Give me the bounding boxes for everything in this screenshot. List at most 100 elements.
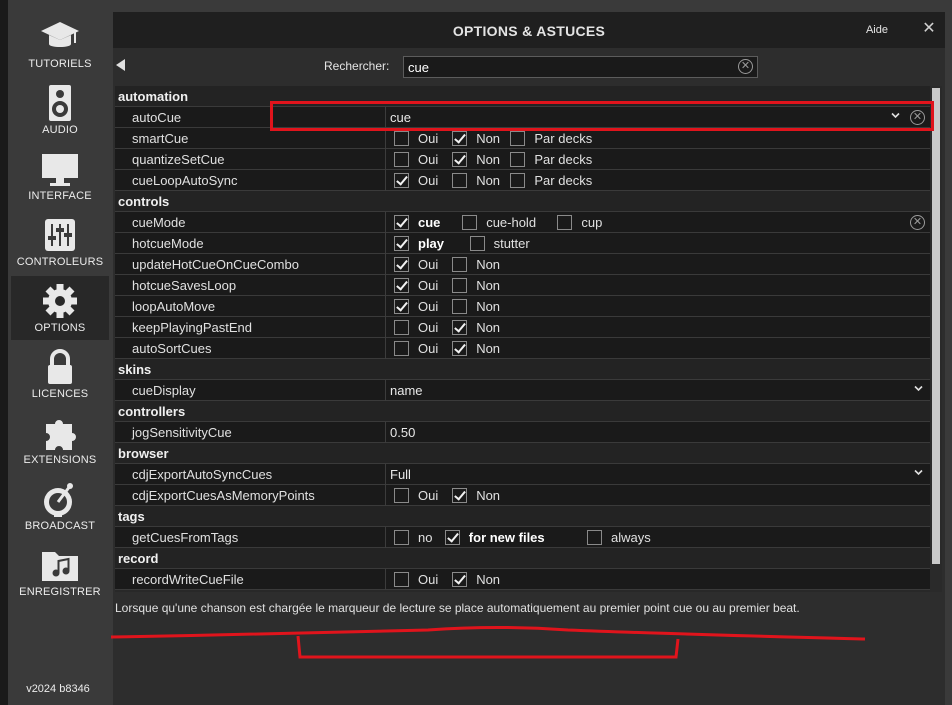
option-checkbox[interactable] — [452, 299, 468, 314]
option-label[interactable]: Non — [476, 320, 500, 335]
clear-search-icon[interactable]: ✕ — [738, 59, 753, 74]
setting-value[interactable]: Oui Non — [385, 317, 930, 338]
option-label[interactable]: Non — [476, 341, 500, 356]
option-checkbox[interactable] — [510, 131, 526, 146]
setting-row[interactable]: keepPlayingPastEnd Oui Non — [115, 317, 930, 338]
setting-row[interactable]: loopAutoMove Oui Non — [115, 296, 930, 317]
option-checkbox[interactable] — [452, 320, 468, 335]
setting-row[interactable]: updateHotCueOnCueCombo Oui Non — [115, 254, 930, 275]
option-label[interactable]: Oui — [418, 572, 438, 587]
option-checkbox[interactable] — [452, 257, 468, 272]
setting-value[interactable]: Oui Non Par decks — [385, 170, 930, 191]
sidebar-item-licences[interactable]: LICENCES — [11, 342, 109, 406]
option-checkbox[interactable] — [394, 131, 409, 146]
option-checkbox[interactable] — [452, 173, 468, 188]
option-label[interactable]: Oui — [418, 488, 438, 503]
setting-row[interactable]: cueMode cue cue-hold cup ✕ — [115, 212, 930, 233]
option-label[interactable]: Non — [476, 131, 500, 146]
option-label[interactable]: Oui — [418, 257, 438, 272]
option-checkbox[interactable] — [394, 572, 409, 587]
option-checkbox[interactable] — [462, 215, 478, 230]
setting-row[interactable]: smartCue Oui Non Par decks — [115, 128, 930, 149]
sidebar-item-enregistrer[interactable]: ENREGISTRER — [11, 540, 109, 604]
setting-value[interactable]: no for new files always — [385, 527, 930, 548]
option-checkbox[interactable] — [394, 278, 409, 293]
option-checkbox[interactable] — [452, 341, 468, 356]
setting-row[interactable]: recordWriteCueFile Oui Non — [115, 569, 930, 590]
setting-row[interactable]: autoSortCues Oui Non — [115, 338, 930, 359]
option-label[interactable]: Non — [476, 299, 500, 314]
setting-row[interactable]: cdjExportAutoSyncCues Full — [115, 464, 930, 485]
option-label[interactable]: no — [418, 530, 432, 545]
option-label[interactable]: Non — [476, 257, 500, 272]
setting-row[interactable]: hotcueMode play stutter — [115, 233, 930, 254]
option-checkbox[interactable] — [510, 152, 526, 167]
option-label[interactable]: Non — [476, 152, 500, 167]
chevron-down-icon[interactable] — [914, 384, 923, 393]
setting-row[interactable]: cueLoopAutoSync Oui Non Par decks — [115, 170, 930, 191]
sidebar-item-options[interactable]: OPTIONS — [11, 276, 109, 340]
sidebar-item-controleurs[interactable]: CONTROLEURS — [11, 210, 109, 274]
option-label[interactable]: play — [418, 236, 444, 251]
option-checkbox[interactable] — [587, 530, 602, 545]
option-label[interactable]: Oui — [418, 131, 438, 146]
setting-row[interactable]: hotcueSavesLoop Oui Non — [115, 275, 930, 296]
sidebar-item-audio[interactable]: AUDIO — [11, 78, 109, 142]
help-button[interactable]: Aide — [866, 24, 888, 36]
setting-row[interactable]: cueDisplay name — [115, 380, 930, 401]
setting-row[interactable]: quantizeSetCue Oui Non Par decks — [115, 149, 930, 170]
option-checkbox[interactable] — [452, 572, 468, 587]
reset-setting-icon[interactable]: ✕ — [910, 215, 925, 230]
sidebar-item-tutoriels[interactable]: TUTORIELS — [11, 12, 109, 76]
scrollbar[interactable] — [930, 86, 942, 592]
option-checkbox[interactable] — [394, 488, 409, 503]
sidebar-item-interface[interactable]: INTERFACE — [11, 144, 109, 208]
close-button[interactable]: ✕ — [921, 20, 937, 38]
scrollbar-thumb[interactable] — [932, 88, 940, 564]
setting-value[interactable]: cue cue-hold cup ✕ — [385, 212, 930, 233]
option-checkbox[interactable] — [510, 173, 526, 188]
option-label[interactable]: cue — [418, 215, 440, 230]
setting-value[interactable]: 0.50 — [385, 422, 930, 443]
setting-value[interactable]: Oui Non — [385, 254, 930, 275]
option-checkbox[interactable] — [394, 152, 409, 167]
option-label[interactable]: cue-hold — [486, 215, 536, 230]
setting-row[interactable]: jogSensitivityCue 0.50 — [115, 422, 930, 443]
setting-value[interactable]: Oui Non — [385, 569, 930, 590]
option-label[interactable]: Non — [476, 278, 500, 293]
setting-value[interactable]: Oui Non Par decks — [385, 149, 930, 170]
option-label[interactable]: Oui — [418, 320, 438, 335]
option-checkbox[interactable] — [444, 530, 460, 545]
value-text[interactable]: 0.50 — [390, 425, 415, 440]
option-label[interactable]: Non — [476, 488, 500, 503]
setting-row[interactable]: cdjExportCuesAsMemoryPoints Oui Non — [115, 485, 930, 506]
option-label[interactable]: Non — [476, 173, 500, 188]
option-checkbox[interactable] — [394, 299, 409, 314]
option-label[interactable]: Par decks — [534, 173, 592, 188]
option-checkbox[interactable] — [394, 173, 409, 188]
option-label[interactable]: Oui — [418, 341, 438, 356]
option-label[interactable]: always — [611, 530, 651, 545]
option-label[interactable]: Oui — [418, 152, 438, 167]
option-label[interactable]: cup — [581, 215, 602, 230]
option-checkbox[interactable] — [452, 152, 468, 167]
option-checkbox[interactable] — [394, 341, 409, 356]
setting-value[interactable]: Oui Non — [385, 485, 930, 506]
option-label[interactable]: Par decks — [534, 152, 592, 167]
setting-value[interactable]: Oui Non — [385, 275, 930, 296]
option-checkbox[interactable] — [452, 488, 468, 503]
option-checkbox[interactable] — [452, 278, 468, 293]
option-checkbox[interactable] — [394, 215, 409, 230]
option-checkbox[interactable] — [452, 131, 468, 146]
option-label[interactable]: stutter — [494, 236, 530, 251]
option-label[interactable]: Non — [476, 572, 500, 587]
option-label[interactable]: Oui — [418, 173, 438, 188]
option-checkbox[interactable] — [557, 215, 573, 230]
sidebar-item-extensions[interactable]: EXTENSIONS — [11, 408, 109, 472]
setting-value[interactable]: Full — [385, 464, 930, 485]
option-checkbox[interactable] — [394, 530, 409, 545]
setting-value[interactable]: Oui Non — [385, 296, 930, 317]
setting-value[interactable]: Oui Non Par decks — [385, 128, 930, 149]
option-checkbox[interactable] — [394, 320, 409, 335]
option-label[interactable]: Par decks — [534, 131, 592, 146]
